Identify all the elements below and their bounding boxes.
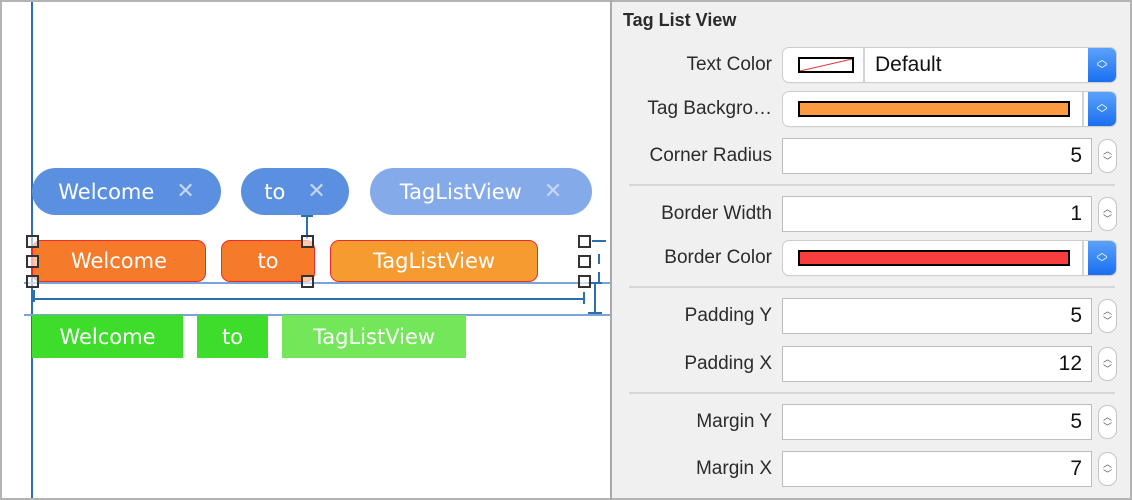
tag-to-flat[interactable]: to [197, 315, 268, 358]
height-constraint-line [594, 283, 596, 314]
popup-chevrons-icon[interactable]: ︿ ﹀ [1088, 241, 1116, 275]
tag-background-label: Tag Backgro… [647, 98, 772, 119]
tag-label: to [264, 179, 286, 204]
resize-handle-top-center[interactable] [301, 235, 314, 248]
tag-label: Welcome [58, 179, 155, 204]
chevron-up-icon[interactable]: ︿ [1103, 306, 1112, 316]
inspector-section-title: Tag List View [623, 10, 737, 30]
close-icon[interactable]: ✕ [307, 179, 325, 204]
tag-welcome-removable[interactable]: Welcome ✕ [32, 168, 221, 215]
border-width-input[interactable]: 1 [782, 196, 1092, 232]
tag-welcome-flat[interactable]: Welcome [32, 315, 183, 358]
resize-handle-mid-left[interactable] [26, 255, 39, 268]
padding-x-label: Padding X [684, 353, 772, 374]
constraint-cap [301, 215, 313, 217]
color-swatch-none [798, 57, 854, 73]
width-constraint-cap-left [33, 290, 35, 302]
tag-background-popup[interactable]: ︿ ﹀ [783, 92, 1116, 126]
chevron-up-icon[interactable]: ︿ [1103, 459, 1112, 469]
corner-radius-row: Corner Radius 5 ︿ ﹀ [612, 136, 1130, 176]
popup-separator [1082, 92, 1084, 126]
resize-handle-bottom-right[interactable] [578, 275, 591, 288]
tag-taglistview-flat[interactable]: TagListView [282, 315, 466, 358]
border-color-row: Border Color ︿ ﹀ [612, 238, 1130, 278]
margin-x-label: Margin X [695, 458, 772, 479]
close-icon[interactable]: ✕ [176, 179, 194, 204]
no-color-slash-icon [800, 59, 852, 71]
margin-y-input[interactable]: 5 [782, 404, 1092, 440]
tag-taglistview-removable[interactable]: TagListView ✕ [370, 168, 592, 215]
chevron-down-icon[interactable]: ﹀ [1103, 469, 1112, 479]
chevron-up-icon[interactable]: ︿ [1103, 146, 1112, 156]
resize-handle-bottom-center[interactable] [301, 275, 314, 288]
trailing-constraint-dash-2 [598, 272, 600, 282]
margin-y-stepper[interactable]: ︿ ﹀ [1098, 405, 1117, 439]
border-color-label: Border Color [664, 247, 772, 268]
selection-bottom-guide [24, 282, 610, 284]
resize-handle-top-right[interactable] [578, 235, 591, 248]
popup-separator [1082, 241, 1084, 275]
popup-separator [863, 48, 865, 82]
chevron-down-icon[interactable]: ﹀ [1103, 422, 1112, 432]
text-color-row: Text Color Default ︿ ﹀ [612, 45, 1130, 85]
corner-radius-input[interactable]: 5 [782, 138, 1092, 174]
width-constraint-line [33, 298, 585, 300]
popup-chevrons-icon[interactable]: ︿ ﹀ [1088, 92, 1116, 126]
tag-label: Welcome [70, 249, 168, 273]
padding-x-stepper[interactable]: ︿ ﹀ [1098, 347, 1117, 381]
padding-x-input[interactable]: 12 [782, 346, 1092, 382]
interface-builder-canvas[interactable]: Welcome ✕ to ✕ TagListView ✕ Welcome to … [2, 2, 610, 498]
chevron-up-icon[interactable]: ︿ [1103, 354, 1112, 364]
tag-taglistview-bordered[interactable]: TagListView [330, 240, 538, 282]
tag-label: TagListView [312, 324, 436, 349]
margin-x-stepper[interactable]: ︿ ﹀ [1098, 452, 1117, 486]
chevron-down-icon[interactable]: ﹀ [1103, 214, 1112, 224]
width-constraint-cap-right [583, 292, 585, 304]
chevron-down-icon[interactable]: ﹀ [1103, 156, 1112, 166]
margin-y-row: Margin Y 5 ︿ ﹀ [612, 402, 1130, 442]
resize-handle-bottom-left[interactable] [26, 275, 39, 288]
chevron-down-icon[interactable]: ﹀ [1103, 364, 1112, 374]
margin-y-label: Margin Y [696, 411, 772, 432]
trailing-constraint-dash-1 [598, 254, 600, 264]
padding-y-label: Padding Y [684, 305, 772, 326]
text-color-popup[interactable]: Default ︿ ﹀ [783, 48, 1116, 82]
trailing-constraint-top [592, 240, 606, 242]
corner-radius-label: Corner Radius [649, 145, 773, 166]
color-swatch-orange [798, 101, 1070, 117]
popup-chevrons-icon[interactable]: ︿ ﹀ [1088, 48, 1116, 82]
margin-x-input[interactable]: 7 [782, 451, 1092, 487]
section-divider [629, 392, 1115, 394]
padding-y-row: Padding Y 5 ︿ ﹀ [612, 296, 1130, 336]
resize-handle-top-left[interactable] [26, 235, 39, 248]
padding-y-stepper[interactable]: ︿ ﹀ [1098, 299, 1117, 333]
section-divider [629, 286, 1115, 288]
border-width-stepper[interactable]: ︿ ﹀ [1098, 197, 1117, 231]
tag-to-removable[interactable]: to ✕ [241, 168, 349, 215]
border-color-popup[interactable]: ︿ ﹀ [783, 241, 1116, 275]
tag-welcome-bordered[interactable]: Welcome [32, 240, 206, 282]
padding-x-row: Padding X 12 ︿ ﹀ [612, 344, 1130, 384]
color-swatch-red [798, 250, 1070, 266]
tag-label: TagListView [372, 249, 496, 273]
attributes-inspector: Tag List View Text Color Default ︿ ﹀ Tag … [612, 2, 1130, 498]
chevron-down-icon[interactable]: ﹀ [1103, 316, 1112, 326]
corner-radius-stepper[interactable]: ︿ ﹀ [1098, 139, 1117, 173]
tag-background-row: Tag Backgro… ︿ ﹀ [612, 89, 1130, 129]
text-color-value: Default [875, 53, 942, 76]
tag-label: Welcome [59, 324, 156, 349]
tag-label: to [257, 249, 279, 273]
chevron-up-icon[interactable]: ︿ [1103, 412, 1112, 422]
chevron-up-icon[interactable]: ︿ [1103, 204, 1112, 214]
border-width-label: Border Width [661, 203, 772, 224]
close-icon[interactable]: ✕ [544, 179, 562, 204]
resize-handle-mid-right[interactable] [578, 255, 591, 268]
margin-x-row: Margin X 7 ︿ ﹀ [612, 449, 1130, 489]
tag-label: TagListView [399, 179, 522, 204]
padding-y-input[interactable]: 5 [782, 298, 1092, 334]
section-divider [629, 184, 1115, 186]
tag-label: to [221, 324, 244, 349]
text-color-label: Text Color [686, 54, 772, 75]
border-width-row: Border Width 1 ︿ ﹀ [612, 194, 1130, 234]
